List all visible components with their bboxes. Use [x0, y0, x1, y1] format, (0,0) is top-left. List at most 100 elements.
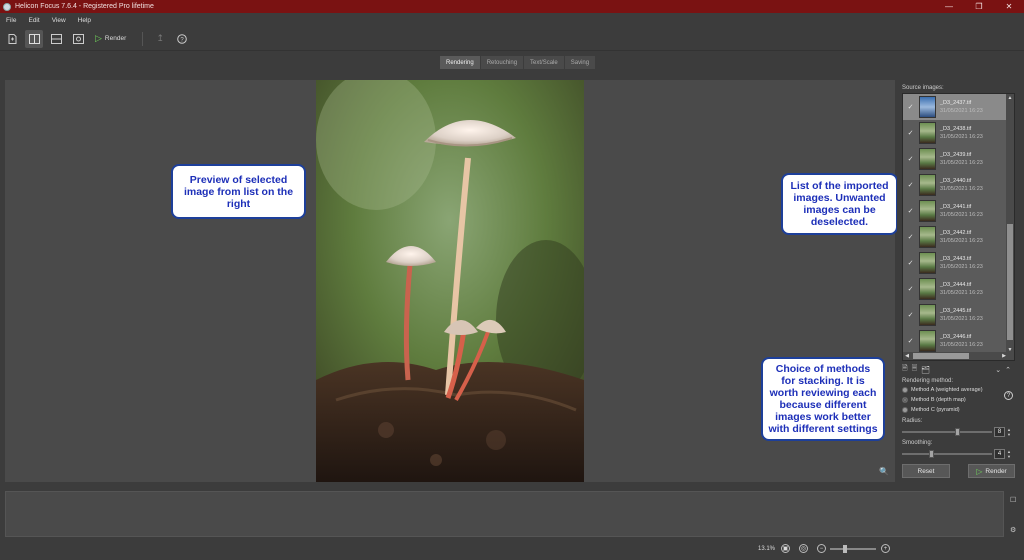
smoothing-slider[interactable] — [902, 450, 992, 458]
radio-button[interactable] — [902, 407, 908, 413]
image-checkbox[interactable]: ✓ — [906, 103, 915, 111]
log-checkbox[interactable]: ☐ — [1010, 496, 1016, 504]
scroll-left-icon[interactable]: ◀ — [903, 352, 911, 360]
image-filename: _D3_2440.tif — [940, 178, 972, 184]
callout-preview: Preview of selected image from list on t… — [171, 164, 306, 219]
list-item[interactable]: ✓ _D3_2445.tif 31/05/2021 16:23 — [903, 302, 1007, 328]
list-item[interactable]: ✓ _D3_2444.tif 31/05/2021 16:23 — [903, 276, 1007, 302]
radius-slider[interactable] — [902, 428, 992, 436]
image-filename: _D3_2444.tif — [940, 282, 972, 288]
image-filename: _D3_2438.tif — [940, 126, 972, 132]
window-title: Helicon Focus 7.6.4 - Registered Pro lif… — [15, 3, 154, 10]
list-tools: 🗎 🗏 🗂 ⌄ ⌃ — [902, 365, 1015, 374]
image-checkbox[interactable]: ✓ — [906, 285, 915, 293]
list-item[interactable]: ✓ _D3_2437.tif 31/05/2021 16:23 — [903, 94, 1007, 120]
radio-method-c[interactable]: Method C (pyramid) — [902, 407, 960, 413]
chevron-down-icon[interactable]: ⌄ — [995, 366, 1001, 374]
zoom-actual-icon[interactable]: ◎ — [799, 544, 808, 553]
app-logo-icon — [3, 2, 11, 11]
radio-method-a[interactable]: Method A (weighted average) — [902, 387, 983, 393]
tab-retouching[interactable]: Retouching — [480, 56, 524, 69]
single-view-icon[interactable] — [69, 30, 87, 48]
list-horizontal-scrollbar[interactable]: ◀ ▶ — [903, 352, 1008, 360]
method-help-icon[interactable]: ? — [1004, 391, 1013, 400]
tab-text-scale[interactable]: Text/Scale — [524, 56, 564, 69]
file-info-icon[interactable]: 🗏 — [912, 364, 918, 375]
zoom-fit-icon[interactable]: ▣ — [781, 544, 790, 553]
image-thumbnail — [919, 252, 936, 274]
radio-button-selected[interactable] — [902, 397, 908, 403]
vertical-scroll-thumb[interactable] — [1007, 224, 1013, 340]
slider-handle[interactable] — [929, 450, 935, 458]
chevron-up-icon[interactable]: ⌃ — [1005, 366, 1011, 374]
magnifier-icon[interactable]: 🔍 — [879, 467, 889, 476]
export-icon[interactable]: ↥ — [151, 30, 169, 48]
restore-icon[interactable]: ❐ — [964, 0, 994, 13]
close-icon[interactable]: ✕ — [994, 0, 1024, 13]
image-filename: _D3_2445.tif — [940, 308, 972, 314]
list-item[interactable]: ✓ _D3_2439.tif 31/05/2021 16:23 — [903, 146, 1007, 172]
tab-saving[interactable]: Saving — [564, 56, 596, 69]
reset-button[interactable]: Reset — [902, 464, 950, 478]
list-vertical-scrollbar[interactable]: ▲ ▼ — [1006, 94, 1014, 360]
list-item[interactable]: ✓ _D3_2443.tif 31/05/2021 16:23 — [903, 250, 1007, 276]
play-icon: ▷ — [95, 33, 102, 43]
list-item[interactable]: ✓ _D3_2440.tif 31/05/2021 16:23 — [903, 172, 1007, 198]
zoom-slider-handle[interactable] — [842, 545, 847, 553]
split-horizontal-view-icon[interactable] — [47, 30, 65, 48]
title-bar: Helicon Focus 7.6.4 - Registered Pro lif… — [0, 0, 1024, 13]
menu-file[interactable]: File — [6, 17, 16, 24]
image-checkbox[interactable]: ✓ — [906, 207, 915, 215]
list-item[interactable]: ✓ _D3_2442.tif 31/05/2021 16:23 — [903, 224, 1007, 250]
image-thumbnail — [919, 122, 936, 144]
radius-stepper[interactable]: ▲ ▼ — [1006, 427, 1012, 437]
list-item[interactable]: ✓ _D3_2446.tif 31/05/2021 16:23 — [903, 328, 1007, 354]
split-vertical-view-icon[interactable] — [25, 29, 43, 48]
image-checkbox[interactable]: ✓ — [906, 129, 915, 137]
render-button[interactable]: ▷ Render — [968, 464, 1015, 478]
add-file-icon[interactable]: 🗎 — [902, 364, 908, 375]
image-date: 31/05/2021 16:23 — [940, 212, 983, 218]
folder-icon[interactable]: 🗂 — [921, 366, 930, 374]
window-controls: — ❐ ✕ — [934, 0, 1024, 13]
image-thumbnail — [919, 330, 936, 352]
image-date: 31/05/2021 16:23 — [940, 186, 983, 192]
image-checkbox[interactable]: ✓ — [906, 311, 915, 319]
zoom-out-icon[interactable]: − — [817, 544, 826, 553]
image-checkbox[interactable]: ✓ — [906, 337, 915, 345]
tab-rendering[interactable]: Rendering — [440, 56, 480, 69]
radio-method-b[interactable]: Method B (depth map) — [902, 397, 966, 403]
smoothing-stepper[interactable]: ▲ ▼ — [1006, 449, 1012, 459]
log-settings-icon[interactable]: ⚙ — [1010, 526, 1016, 534]
menu-edit[interactable]: Edit — [28, 17, 39, 24]
toolbar-render-label: Render — [104, 35, 127, 42]
toolbar-render-button[interactable]: ▷ Render — [95, 33, 126, 44]
scroll-right-icon[interactable]: ▶ — [1000, 352, 1008, 360]
radio-button[interactable] — [902, 387, 908, 393]
help-icon[interactable]: ? — [173, 30, 191, 48]
list-item[interactable]: ✓ _D3_2441.tif 31/05/2021 16:23 — [903, 198, 1007, 224]
new-document-icon[interactable] — [3, 30, 21, 48]
menu-help[interactable]: Help — [78, 17, 91, 24]
method-a-label: Method A (weighted average) — [911, 387, 983, 393]
radius-field[interactable]: 8 — [994, 427, 1005, 437]
minimize-icon[interactable]: — — [934, 0, 964, 13]
image-checkbox[interactable]: ✓ — [906, 233, 915, 241]
image-checkbox[interactable]: ✓ — [906, 155, 915, 163]
horizontal-scroll-thumb[interactable] — [913, 353, 969, 359]
zoom-slider[interactable] — [830, 545, 876, 553]
menu-bar: File Edit View Help — [0, 13, 1024, 27]
image-checkbox[interactable]: ✓ — [906, 181, 915, 189]
source-images-list[interactable]: ✓ _D3_2437.tif 31/05/2021 16:23 ✓ _D3_2438.t… — [902, 93, 1015, 361]
zoom-in-icon[interactable]: + — [881, 544, 890, 553]
image-filename: _D3_2437.tif — [940, 100, 972, 106]
zoom-level: 13.1% — [758, 546, 776, 552]
callout-methods: Choice of methods for stacking. It is wo… — [761, 357, 885, 441]
scroll-up-icon[interactable]: ▲ — [1006, 94, 1014, 102]
list-item[interactable]: ✓ _D3_2438.tif 31/05/2021 16:23 — [903, 120, 1007, 146]
menu-view[interactable]: View — [52, 17, 66, 24]
smoothing-field[interactable]: 4 — [994, 449, 1005, 459]
slider-handle[interactable] — [954, 428, 960, 436]
image-date: 31/05/2021 16:23 — [940, 238, 983, 244]
image-checkbox[interactable]: ✓ — [906, 259, 915, 267]
